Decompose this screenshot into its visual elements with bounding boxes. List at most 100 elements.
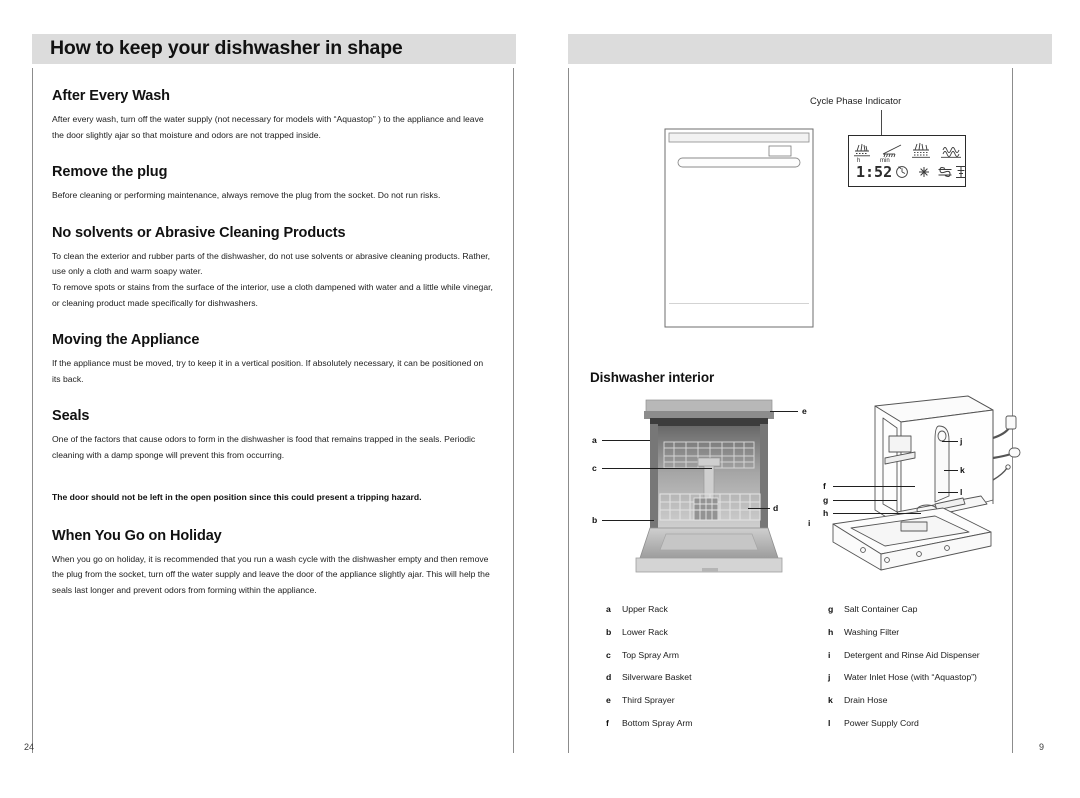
callout-b: b xyxy=(592,515,598,525)
warning-text: The door should not be left in the open … xyxy=(52,491,422,502)
legend-key: k xyxy=(828,695,833,706)
page-number-right: 9 xyxy=(1039,742,1045,752)
legend-label: Lower Rack xyxy=(622,626,668,637)
callout-j: j xyxy=(960,436,963,446)
dishwasher-interior-photo xyxy=(632,398,797,583)
callout-f: f xyxy=(823,481,826,491)
leader-f xyxy=(833,486,915,487)
legend-label: Detergent and Rinse Aid Dispenser xyxy=(844,649,980,660)
leader-a xyxy=(602,440,650,441)
section-paragraph: If the appliance must be moved, try to k… xyxy=(52,358,484,384)
legend-column-right: g Salt Container Cap h Washing Filter i … xyxy=(828,604,1058,741)
legend-key: e xyxy=(606,695,611,706)
legend-item: l Power Supply Cord xyxy=(828,718,1058,728)
legend-column-left: a Upper Rack b Lower Rack c Top Spray Ar… xyxy=(606,604,806,741)
section-heading: After Every Wash xyxy=(52,88,170,104)
callout-e: e xyxy=(802,406,807,416)
callout-l: l xyxy=(960,487,963,497)
legend-label: Bottom Spray Arm xyxy=(622,717,693,728)
section-heading: When You Go on Holiday xyxy=(52,527,222,544)
legend-label: Top Spray Arm xyxy=(622,649,679,660)
section-heading: No solvents or Abrasive Cleaning Product… xyxy=(52,224,346,241)
legend-key: l xyxy=(828,717,831,728)
left-page-inner-rule xyxy=(32,68,33,753)
cycle-phase-indicator-leader-line xyxy=(881,110,882,138)
leader-c xyxy=(602,468,712,469)
legend-key: j xyxy=(828,672,831,683)
section-seals: Seals One of the factors that cause odor… xyxy=(52,408,494,463)
dishwasher-open-drawing xyxy=(823,392,1023,588)
lcd-status-row: h min 1:52 xyxy=(849,158,966,183)
interior-heading: Dishwasher interior xyxy=(590,370,715,385)
section-heading: Seals xyxy=(52,408,90,425)
legend-item: j Water Inlet Hose (with “Aquastop”) xyxy=(828,672,1058,682)
legend-item: f Bottom Spray Arm xyxy=(606,718,806,728)
page-number-left: 24 xyxy=(24,742,35,752)
manual-spread: How to keep your dishwasher in shape Aft… xyxy=(0,0,1080,798)
leader-k xyxy=(944,470,958,471)
callout-i: i xyxy=(808,518,811,528)
callout-a: a xyxy=(592,435,597,445)
leader-e xyxy=(770,411,798,412)
legend-key: f xyxy=(606,717,609,728)
section-moving-the-appliance: Moving the Appliance If the appliance mu… xyxy=(52,332,494,387)
legend-key: c xyxy=(606,649,611,660)
lcd-display: h min 1:52 xyxy=(848,135,966,187)
callout-g: g xyxy=(823,495,829,505)
legend-label: Third Sprayer xyxy=(622,695,675,706)
callout-k: k xyxy=(960,465,965,475)
legend-key: d xyxy=(606,672,612,683)
legend-label: Washing Filter xyxy=(844,626,900,637)
legend-item: e Third Sprayer xyxy=(606,695,806,705)
section-heading: Moving the Appliance xyxy=(52,332,200,349)
section-remove-the-plug: Remove the plug Before cleaning or perfo… xyxy=(52,164,494,204)
legend-item: b Lower Rack xyxy=(606,627,806,637)
legend-item: g Salt Container Cap xyxy=(828,604,1058,614)
leader-d xyxy=(748,508,770,509)
callout-d: d xyxy=(773,503,779,513)
section-paragraph: To remove spots or stains from the surfa… xyxy=(52,281,493,308)
dishwasher-front-drawing xyxy=(664,128,814,328)
section-paragraph: To clean the exterior and rubber parts o… xyxy=(52,250,491,277)
legend-item: k Drain Hose xyxy=(828,695,1058,705)
callout-h: h xyxy=(823,508,829,518)
callout-c: c xyxy=(592,463,597,473)
legend-key: g xyxy=(828,604,834,614)
section-heading: Remove the plug xyxy=(52,164,168,181)
legend-label: Upper Rack xyxy=(622,604,668,614)
leader-l xyxy=(938,492,958,493)
section-no-solvents: No solvents or Abrasive Cleaning Product… xyxy=(52,225,494,311)
legend-label: Salt Container Cap xyxy=(844,604,918,614)
right-page: Cycle Phase Indicator h min 1:52 Dishwas… xyxy=(540,0,1080,798)
left-page-body: After Every Wash After every wash, turn … xyxy=(52,88,494,619)
legend-item: i Detergent and Rinse Aid Dispenser xyxy=(828,650,1058,660)
legend-item: c Top Spray Arm xyxy=(606,650,806,660)
right-page-inner-rule xyxy=(568,68,569,753)
legend-item: d Silverware Basket xyxy=(606,672,806,682)
leader-b xyxy=(602,520,654,521)
legend-label: Power Supply Cord xyxy=(844,717,919,728)
page-title: How to keep your dishwasher in shape xyxy=(50,37,403,60)
legend-key: b xyxy=(606,626,612,637)
section-when-you-go-on-holiday: When You Go on Holiday When you go on ho… xyxy=(52,528,494,599)
section-paragraph: Before cleaning or performing maintenanc… xyxy=(52,190,441,201)
right-page-header-banner xyxy=(568,34,1052,64)
leader-h xyxy=(833,513,921,514)
warning-note: The door should not be left in the open … xyxy=(52,490,494,504)
legend-label: Silverware Basket xyxy=(622,672,692,683)
section-paragraph: After every wash, turn off the water sup… xyxy=(52,114,484,140)
legend-key: a xyxy=(606,604,611,614)
section-after-every-wash: After Every Wash After every wash, turn … xyxy=(52,88,494,143)
legend-item: a Upper Rack xyxy=(606,604,806,614)
legend-key: h xyxy=(828,626,834,637)
legend-item: h Washing Filter xyxy=(828,627,1058,637)
left-page-outer-rule xyxy=(513,68,514,753)
legend-label: Water Inlet Hose (with “Aquastop”) xyxy=(844,672,977,683)
leader-j xyxy=(942,441,958,442)
legend-label: Drain Hose xyxy=(844,695,888,706)
section-paragraph: When you go on holiday, it is recommende… xyxy=(52,553,490,595)
left-page: How to keep your dishwasher in shape Aft… xyxy=(0,0,540,798)
legend-key: i xyxy=(828,649,831,660)
left-page-header-banner: How to keep your dishwasher in shape xyxy=(32,34,516,64)
cycle-phase-indicator-label: Cycle Phase Indicator xyxy=(810,95,902,106)
